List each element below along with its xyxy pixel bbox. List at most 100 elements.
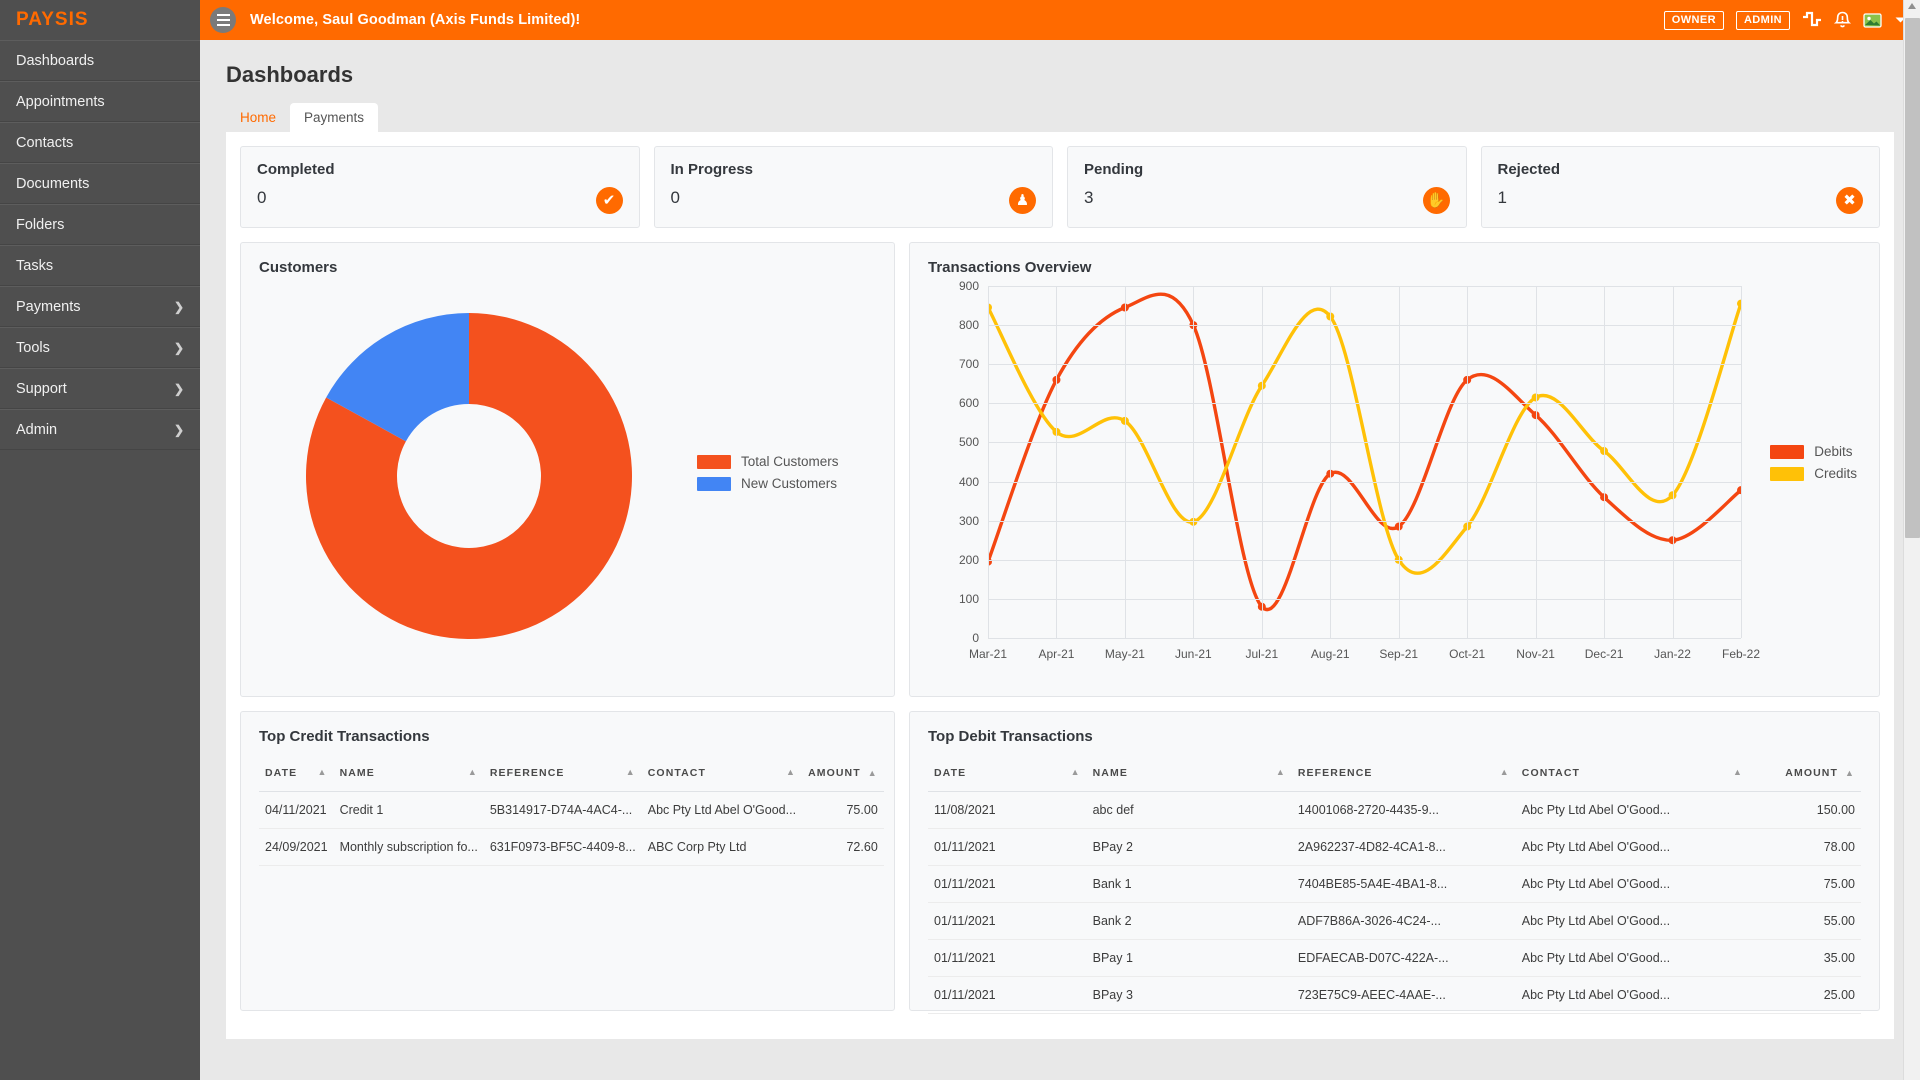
hamburger-icon[interactable]: [210, 7, 236, 33]
cell-contact: ABC Corp Pty Ltd: [642, 829, 802, 866]
sidebar-nav: Dashboards AppointmentsContactsDocumentsF…: [0, 40, 200, 450]
owner-badge[interactable]: OWNER: [1664, 11, 1724, 30]
column-header-amount[interactable]: AMOUNT▲: [1749, 759, 1861, 792]
sort-ascending-icon[interactable]: ▲: [1845, 768, 1855, 778]
gridline-vertical: [1262, 286, 1263, 638]
scrollbar-thumb[interactable]: [1905, 18, 1920, 538]
donut-chart[interactable]: [259, 306, 679, 646]
line-chart-plot[interactable]: 0100200300400500600700800900Mar-21Apr-21…: [988, 286, 1741, 638]
sidebar-item-label: Support: [16, 381, 67, 397]
legend-swatch: [697, 477, 731, 491]
bell-icon[interactable]: [1834, 11, 1851, 30]
kpi-row: Completed0✔In Progress0♟Pending3✋Rejecte…: [240, 146, 1880, 228]
column-header-name[interactable]: NAME▲: [1087, 759, 1292, 792]
sidebar-item-support[interactable]: Support❯: [0, 368, 200, 409]
sort-ascending-icon[interactable]: ▲: [626, 767, 636, 777]
top-bar-actions: OWNER ADMIN: [1664, 11, 1906, 30]
column-header-label: REFERENCE: [1298, 767, 1373, 779]
cell-name: Monthly subscription fo...: [334, 829, 484, 866]
column-header-label: DATE: [265, 767, 297, 779]
column-header-amount[interactable]: AMOUNT▲: [802, 759, 884, 792]
column-header-reference[interactable]: REFERENCE ▲: [1292, 759, 1516, 792]
kpi-value: 1: [1498, 188, 1864, 208]
x-axis-tick: Oct-21: [1449, 638, 1485, 661]
hand-icon: ✋: [1423, 187, 1450, 214]
table-row[interactable]: 01/11/2021BPay 22A962237-4D82-4CA1-8...A…: [928, 829, 1861, 866]
table-row[interactable]: 01/11/2021Bank 2ADF7B86A-3026-4C24-...Ab…: [928, 903, 1861, 940]
tab-payments[interactable]: Payments: [290, 103, 378, 132]
page-scrollbar[interactable]: [1903, 0, 1920, 1080]
kpi-card-completed[interactable]: Completed0✔: [240, 146, 640, 228]
cell-amount: 35.00: [1749, 940, 1861, 977]
table-row[interactable]: 11/08/2021abc def14001068-2720-4435-9...…: [928, 792, 1861, 829]
image-icon[interactable]: [1863, 12, 1883, 29]
column-header-date[interactable]: DATE ▲: [259, 759, 334, 792]
column-header-contact[interactable]: CONTACT ▲: [642, 759, 802, 792]
table-row[interactable]: 01/11/2021Bank 17404BE85-5A4E-4BA1-8...A…: [928, 866, 1861, 903]
cell-name: BPay 1: [1087, 940, 1292, 977]
sort-ascending-icon[interactable]: ▲: [1500, 767, 1510, 777]
pulse-icon[interactable]: [1802, 11, 1822, 29]
sidebar-item-dashboards[interactable]: Dashboards: [0, 40, 200, 81]
sidebar-item-label: Dashboards: [16, 53, 94, 69]
sidebar-item-tasks[interactable]: Tasks: [0, 245, 200, 286]
sort-ascending-icon[interactable]: ▲: [318, 767, 328, 777]
column-header-date[interactable]: DATE▲: [928, 759, 1087, 792]
column-header-reference[interactable]: REFERENCE▲: [484, 759, 642, 792]
table-row[interactable]: 01/11/2021BPay 3723E75C9-AEEC-4AAE-...Ab…: [928, 977, 1861, 1014]
admin-badge[interactable]: ADMIN: [1736, 11, 1790, 30]
legend-item-debits[interactable]: Debits: [1770, 444, 1857, 459]
line-series-debits: [988, 294, 1741, 609]
kpi-card-rejected[interactable]: Rejected1✖: [1481, 146, 1881, 228]
kpi-card-pending[interactable]: Pending3✋: [1067, 146, 1467, 228]
brand-logo[interactable]: PAYSIS: [0, 0, 200, 40]
gridline-horizontal: [988, 364, 1741, 365]
table-row[interactable]: 24/09/2021Monthly subscription fo...631F…: [259, 829, 884, 866]
sidebar-item-folders[interactable]: Folders: [0, 204, 200, 245]
transactions-legend: Debits Credits: [1770, 444, 1857, 488]
legend-swatch: [1770, 467, 1804, 481]
cell-contact: Abc Pty Ltd Abel O'Good...: [1516, 940, 1749, 977]
legend-label: Debits: [1814, 444, 1852, 459]
x-axis-tick: Jul-21: [1245, 638, 1278, 661]
kpi-card-in-progress[interactable]: In Progress0♟: [654, 146, 1054, 228]
table-row[interactable]: 01/11/2021BPay 1EDFAECAB-D07C-422A-...Ab…: [928, 940, 1861, 977]
table-row[interactable]: 04/11/2021Credit 15B314917-D74A-4AC4-...…: [259, 792, 884, 829]
sort-ascending-icon[interactable]: ▲: [786, 767, 796, 777]
dashboard-panel: Completed0✔In Progress0♟Pending3✋Rejecte…: [226, 132, 1894, 1039]
legend-label: Total Customers: [741, 454, 839, 469]
customers-card: Customers Total CustomersNew Customers: [240, 242, 895, 697]
top-debit-transactions-card: Top Debit Transactions DATE▲NAME▲REFEREN…: [909, 711, 1880, 1011]
customers-chart-body: Total Customers New Customers: [259, 276, 876, 676]
sidebar-item-payments[interactable]: Payments❯: [0, 286, 200, 327]
column-header-name[interactable]: NAME▲: [334, 759, 484, 792]
sort-ascending-icon[interactable]: ▲: [468, 767, 478, 777]
column-header-contact[interactable]: CONTACT▲: [1516, 759, 1749, 792]
sidebar-item-documents[interactable]: Documents: [0, 163, 200, 204]
y-axis-tick: 300: [959, 514, 988, 528]
kpi-title: Completed: [257, 161, 623, 178]
column-header-label: CONTACT: [648, 767, 706, 779]
legend-swatch: [1770, 445, 1804, 459]
sort-ascending-icon[interactable]: ▲: [1733, 767, 1743, 777]
sidebar-item-tools[interactable]: Tools❯: [0, 327, 200, 368]
legend-item-total-customers[interactable]: Total Customers: [697, 454, 839, 469]
sort-ascending-icon[interactable]: ▲: [1071, 767, 1081, 777]
welcome-message: Welcome, Saul Goodman (Axis Funds Limite…: [250, 12, 580, 28]
cell-reference: ADF7B86A-3026-4C24-...: [1292, 903, 1516, 940]
sidebar-item-admin[interactable]: Admin❯: [0, 409, 200, 450]
sort-ascending-icon[interactable]: ▲: [868, 768, 878, 778]
sidebar-item-contacts[interactable]: Contacts: [0, 122, 200, 163]
kpi-title: In Progress: [671, 161, 1037, 178]
y-axis-tick: 900: [959, 279, 988, 293]
sort-ascending-icon[interactable]: ▲: [1276, 767, 1286, 777]
chevron-right-icon: ❯: [174, 300, 184, 314]
legend-item-credits[interactable]: Credits: [1770, 466, 1857, 481]
legend-item-new-customers[interactable]: New Customers: [697, 476, 839, 491]
gridline-vertical: [1125, 286, 1126, 638]
x-axis-tick: Feb-22: [1722, 638, 1760, 661]
scroll-up-arrow-icon[interactable]: [1908, 3, 1916, 9]
sidebar-item-appointments[interactable]: Appointments: [0, 81, 200, 122]
tab-home[interactable]: Home: [226, 103, 290, 132]
gridline-horizontal: [988, 560, 1741, 561]
